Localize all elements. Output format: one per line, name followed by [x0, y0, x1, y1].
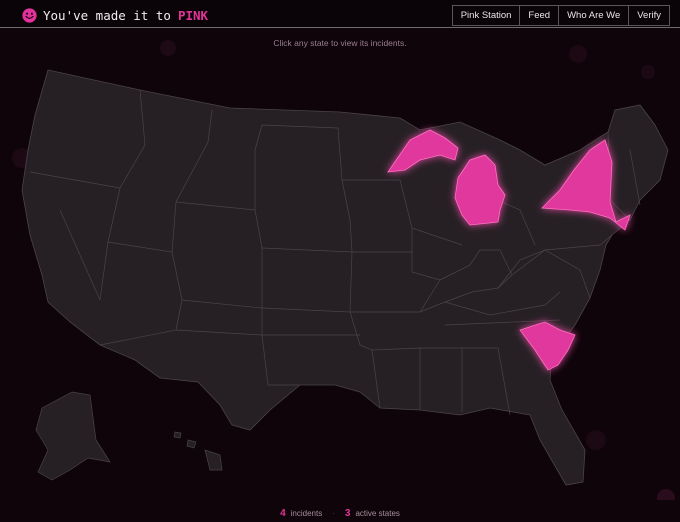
states-stat: 3 active states — [345, 508, 400, 519]
smiley-icon — [22, 7, 37, 23]
alaska — [35, 391, 111, 481]
states-count: 3 — [344, 508, 351, 519]
us-map — [12, 40, 675, 500]
hawaii — [173, 431, 223, 471]
incidents-label: incidents — [290, 509, 323, 518]
incidents-count: 4 — [280, 508, 286, 519]
stats-footer: 4 incidents · 3 active states — [0, 508, 680, 519]
brand-title: You've made it to — [43, 7, 171, 23]
nav-who-are-we[interactable]: Who Are We — [558, 6, 628, 25]
us-mainland — [21, 69, 669, 486]
incidents-stat: 4 incidents — [280, 508, 322, 519]
brand-accent: PINK — [177, 7, 209, 23]
stats-separator: · — [332, 509, 335, 518]
nav-feed[interactable]: Feed — [519, 6, 558, 25]
brand[interactable]: You've made it to PINK — [22, 6, 208, 24]
nav-pink-station[interactable]: Pink Station — [453, 6, 520, 25]
states-label: active states — [355, 509, 400, 518]
top-bar: You've made it to PINK Pink Station Feed… — [0, 0, 680, 28]
main-nav: Pink Station Feed Who Are We Verify — [451, 5, 670, 26]
nav-verify[interactable]: Verify — [628, 6, 669, 25]
